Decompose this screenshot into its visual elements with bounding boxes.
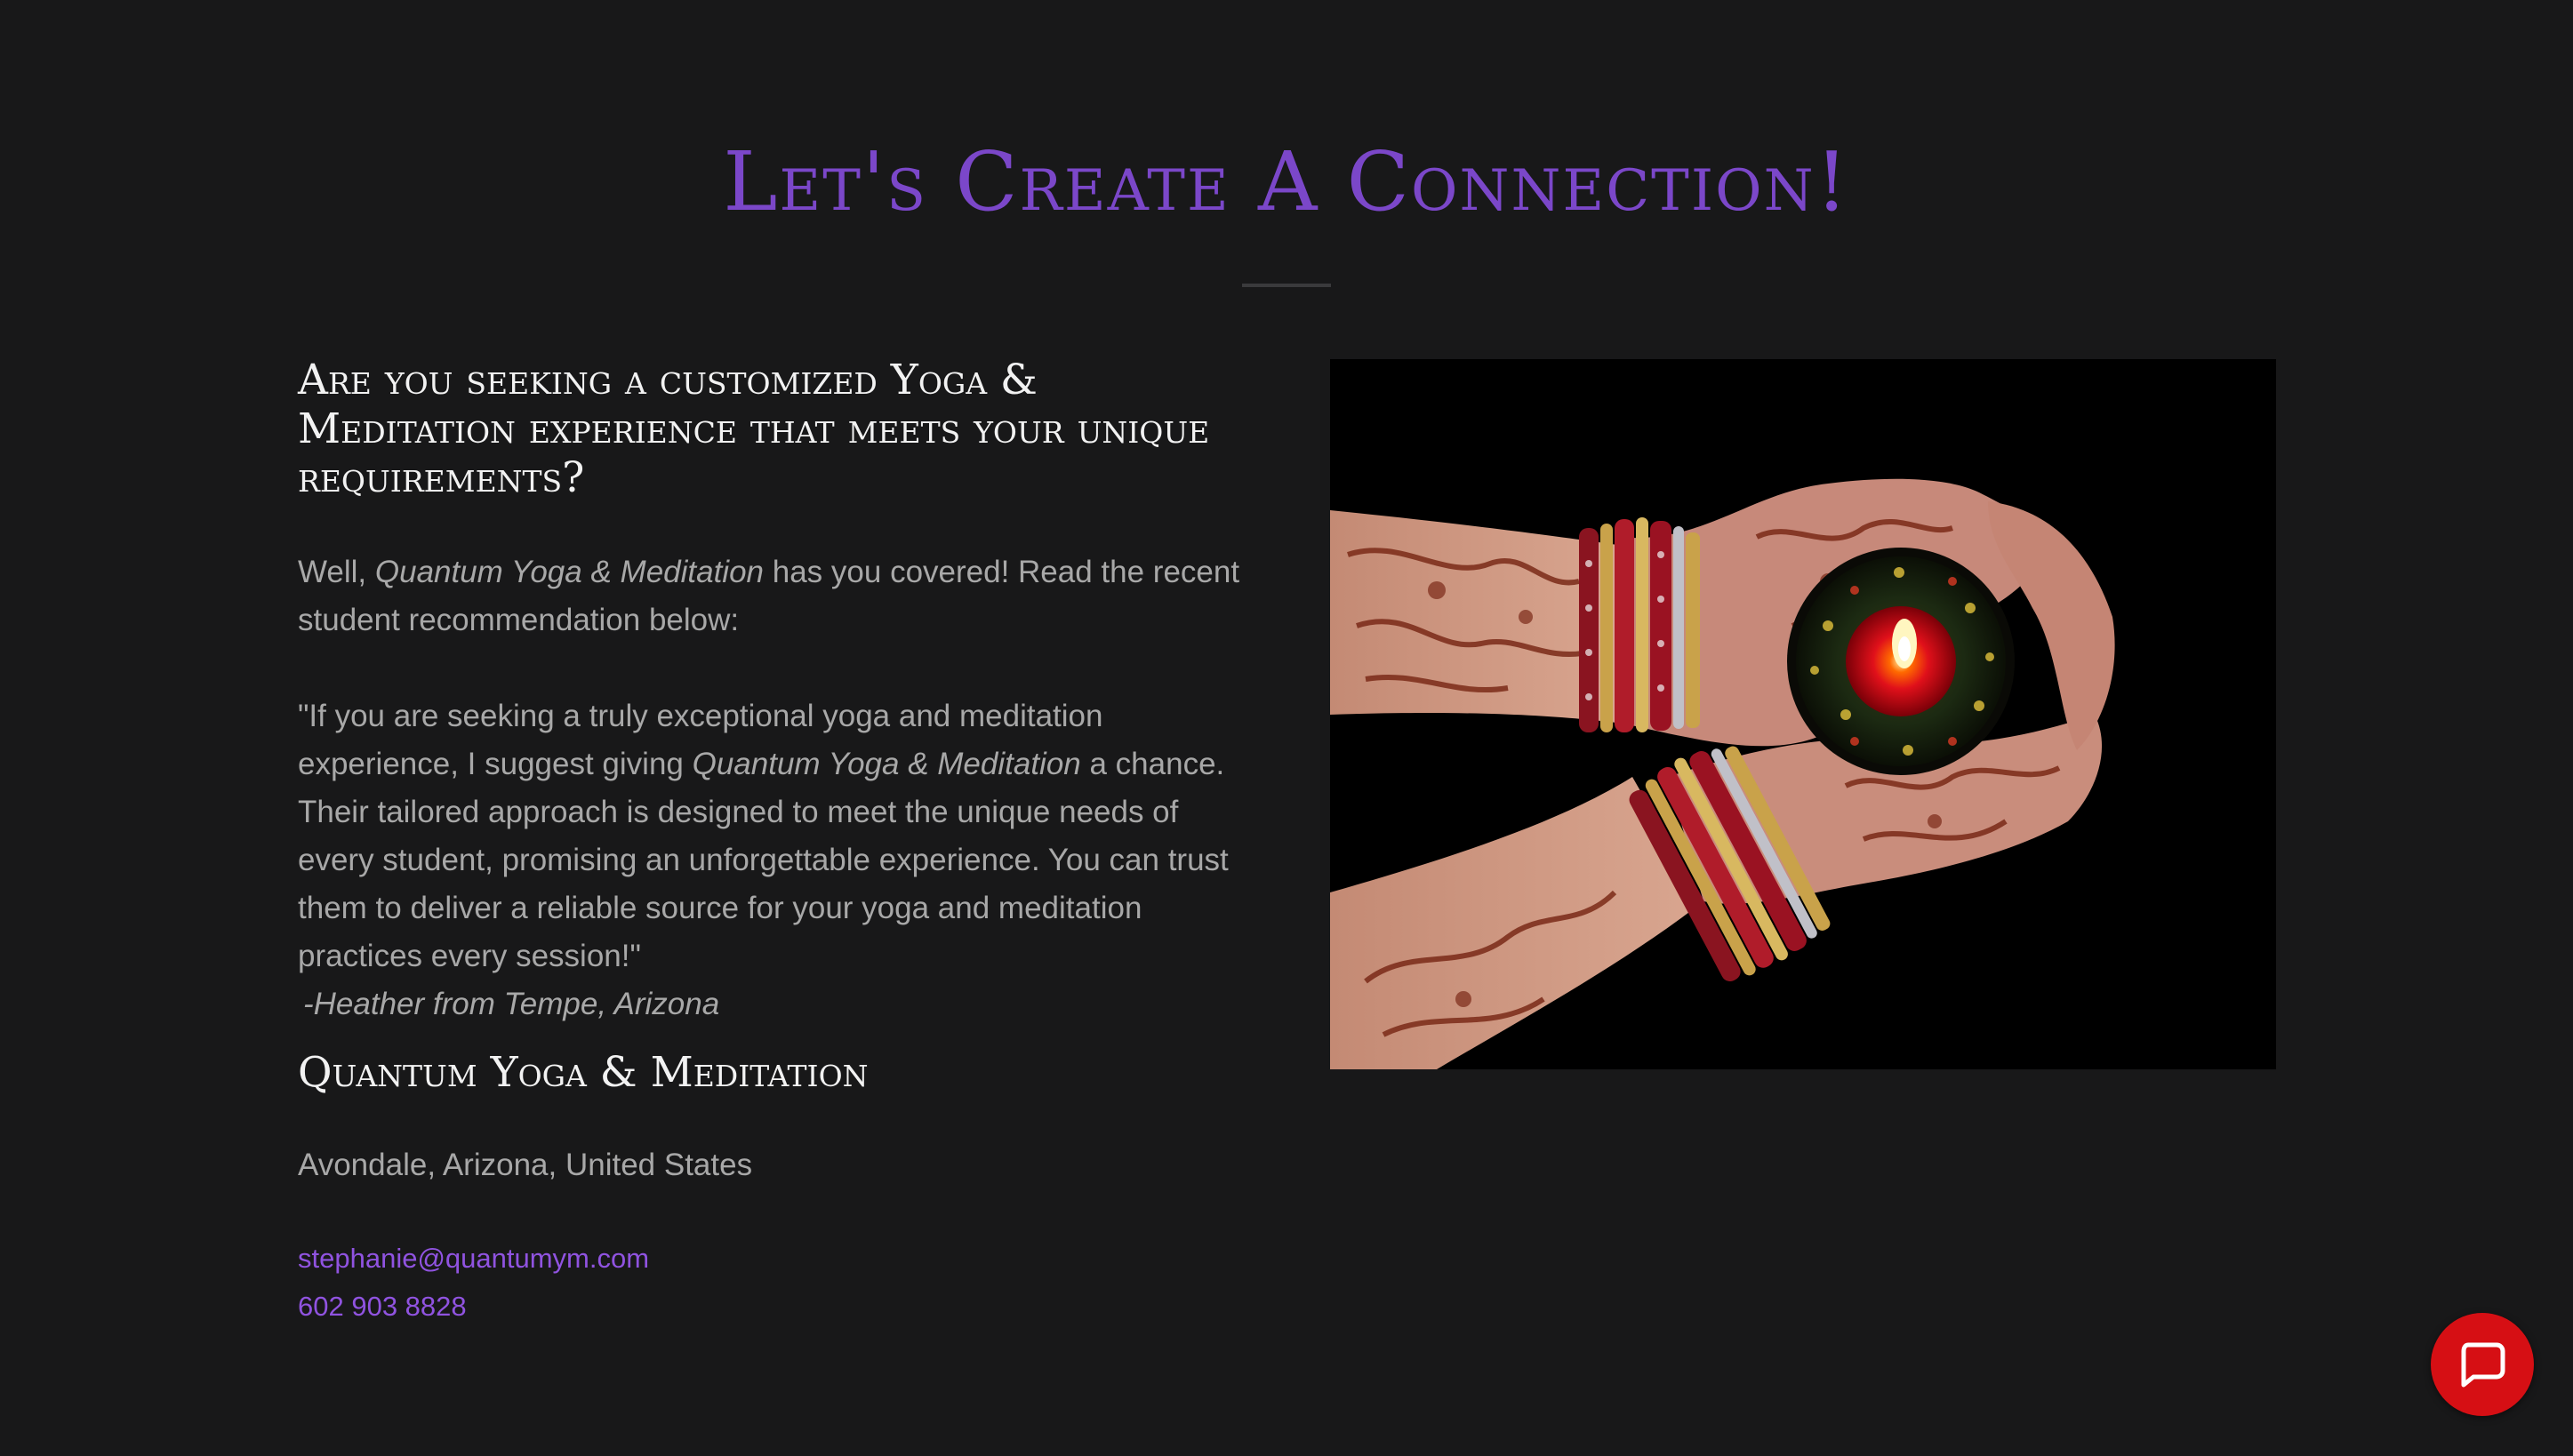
chat-bubble-icon [2461, 1342, 2505, 1388]
business-name: Quantum Yoga & Meditation [298, 1048, 869, 1097]
intro-lead: Well, Quantum Yoga & Meditation has you … [298, 548, 1258, 644]
lead-brand: Quantum Yoga & Meditation [374, 555, 765, 589]
testimonial-author: -Heather from Tempe, Arizona [303, 987, 720, 1021]
heading-divider [1242, 284, 1331, 287]
chat-button[interactable] [2431, 1313, 2534, 1416]
quote-brand: Quantum Yoga & Meditation [692, 747, 1081, 781]
henna-candle-photo [1330, 359, 2276, 1069]
phone-link[interactable]: 602 903 8828 [298, 1284, 467, 1330]
intro-section: Are you seeking a customized Yoga & Medi… [298, 356, 1258, 1028]
page-heading: Let's Create A Connection! [723, 134, 1850, 229]
email-link[interactable]: stephanie@quantumym.com [298, 1236, 649, 1282]
business-location: Avondale, Arizona, United States [298, 1148, 753, 1182]
testimonial-quote: "If you are seeking a truly exceptional … [298, 692, 1258, 980]
intro-question: Are you seeking a customized Yoga & Medi… [298, 356, 1210, 502]
lead-prefix: Well, [298, 555, 375, 589]
